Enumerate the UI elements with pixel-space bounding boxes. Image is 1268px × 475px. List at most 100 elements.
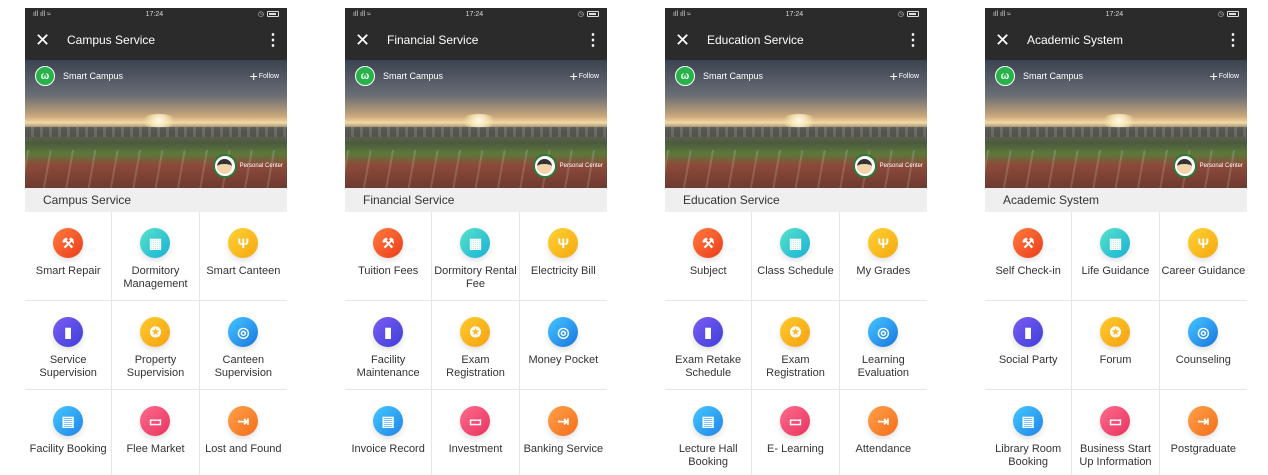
personal-center-button[interactable]: Personal Center <box>1172 154 1243 178</box>
stadium-banner: ω Smart Campus + Follow Personal Center <box>665 60 927 188</box>
service-tile[interactable]: ⚒ Smart Repair <box>25 212 113 301</box>
store-icon: ▭ <box>1100 406 1131 436</box>
service-tile[interactable]: ▤ Library Room Booking <box>985 390 1073 475</box>
service-tile-label: Electricity Bill <box>530 265 596 277</box>
brand[interactable]: ω Smart Campus <box>35 66 123 86</box>
follow-label: Follow <box>578 72 599 80</box>
service-tile-label: Exam Retake Schedule <box>675 354 742 379</box>
close-icon[interactable]: ✕ <box>995 31 1017 49</box>
personal-center-button[interactable]: Personal Center <box>852 154 923 178</box>
service-tile-label: Attendance <box>855 443 912 455</box>
brand-name: Smart Campus <box>383 71 444 81</box>
follow-button[interactable]: + Follow <box>250 69 279 83</box>
brand[interactable]: ω Smart Campus <box>995 66 1083 86</box>
service-tile[interactable]: ⚒ Tuition Fees <box>345 212 433 301</box>
service-tile-label: Class Schedule <box>757 265 834 277</box>
service-tile-label: Property Supervision <box>126 354 185 379</box>
service-tile[interactable]: ▤ Facility Booking <box>25 390 113 475</box>
bookmark-icon: ▮ <box>53 317 84 347</box>
service-tile[interactable]: ◎ Canteen Supervision <box>199 301 287 390</box>
service-tile-label: Flee Market <box>126 443 185 455</box>
service-tile[interactable]: ▭ Investment <box>432 390 520 475</box>
service-tile[interactable]: ▭ Business Start Up Information <box>1072 390 1160 475</box>
booking-icon: ▤ <box>693 406 724 436</box>
follow-button[interactable]: + Follow <box>569 68 599 84</box>
store-icon: ▭ <box>460 406 491 436</box>
brand[interactable]: ω Smart Campus <box>355 66 443 86</box>
service-tile[interactable]: ▦ Dormitory Rental Fee <box>432 212 520 301</box>
service-tile[interactable]: Ψ Electricity Bill <box>519 212 607 301</box>
shield-icon: ✪ <box>140 317 171 347</box>
face-icon <box>1177 158 1193 174</box>
stadium-stands <box>345 126 607 137</box>
service-tile[interactable]: ◎ Learning Evaluation <box>839 301 927 390</box>
service-tile[interactable]: ⚒ Subject <box>665 212 753 301</box>
return-box-icon: ⇥ <box>548 406 579 436</box>
service-tile[interactable]: ▭ Flee Market <box>112 390 200 475</box>
service-tile[interactable]: ◎ Counseling <box>1159 301 1247 390</box>
alarm-icon: ◷ <box>1217 11 1224 18</box>
stadium-stands <box>25 126 287 137</box>
service-tile[interactable]: ▤ Invoice Record <box>345 390 433 475</box>
service-tile-label: Learning Evaluation <box>857 354 910 379</box>
service-tile[interactable]: ▦ Dormitory Management <box>112 212 200 301</box>
tools-icon: ⚒ <box>1013 228 1044 258</box>
service-tile[interactable]: Ψ My Grades <box>839 212 927 301</box>
personal-center-label: Personal Center <box>239 163 283 169</box>
section-title: Financial Service <box>345 188 607 212</box>
follow-button[interactable]: + Follow <box>890 69 919 83</box>
avatar <box>852 154 877 178</box>
more-options-icon[interactable]: ⋮ <box>265 30 281 50</box>
service-tile[interactable]: ✪ Property Supervision <box>112 301 200 390</box>
service-tile[interactable]: ▭ E- Learning <box>752 390 840 475</box>
shield-check-icon: ◎ <box>1188 317 1219 347</box>
service-tile[interactable]: ▦ Class Schedule <box>752 212 840 301</box>
service-tile[interactable]: ◎ Money Pocket <box>519 301 607 390</box>
service-tile[interactable]: Ψ Career Guidance <box>1159 212 1247 301</box>
service-tile[interactable]: ✪ Forum <box>1072 301 1160 390</box>
service-tile[interactable]: ▮ Exam Retake Schedule <box>665 301 753 390</box>
service-tile[interactable]: ✪ Exam Registration <box>432 301 520 390</box>
more-options-icon[interactable]: ⋮ <box>585 30 601 50</box>
service-tile[interactable]: ▤ Lecture Hall Booking <box>665 390 753 475</box>
page-title: Financial Service <box>387 33 479 47</box>
phone-screen: ıll ıll ≈ 17:24 ◷ ✕ Education Service ⋮ … <box>665 8 927 475</box>
service-tile[interactable]: ✪ Exam Registration <box>752 301 840 390</box>
service-tile[interactable]: Ψ Smart Canteen <box>199 212 287 301</box>
service-tile[interactable]: ⇥ Attendance <box>840 390 927 475</box>
follow-label: Follow <box>898 72 919 80</box>
close-icon[interactable]: ✕ <box>355 31 377 49</box>
booking-icon: ▤ <box>373 406 404 436</box>
follow-button[interactable]: + Follow <box>1210 69 1239 83</box>
more-options-icon[interactable]: ⋮ <box>905 30 921 50</box>
brand-logo-icon: ω <box>675 66 695 86</box>
service-tile-label: Lost and Found <box>205 443 282 455</box>
service-tile-label: E- Learning <box>767 443 824 455</box>
signal-icon: ıll ıll ≈ <box>353 10 371 18</box>
service-tile[interactable]: ▮ Service Supervision <box>25 301 113 390</box>
close-icon[interactable]: ✕ <box>35 31 57 49</box>
plus-icon: + <box>569 68 578 84</box>
personal-center-button[interactable]: Personal Center <box>212 154 283 178</box>
service-tile[interactable]: ⚒ Self Check-in <box>985 212 1073 301</box>
more-options-icon[interactable]: ⋮ <box>1225 30 1241 50</box>
status-time: 17:24 <box>465 10 484 18</box>
service-tile[interactable]: ⇥ Postgraduate <box>1160 390 1247 475</box>
service-tile[interactable]: ⇥ Lost and Found <box>200 390 287 475</box>
personal-center-button[interactable]: Personal Center <box>532 154 603 178</box>
close-icon[interactable]: ✕ <box>675 31 697 49</box>
service-tile[interactable]: ⇥ Banking Service <box>520 390 607 475</box>
service-tile-label: Facility Booking <box>29 443 107 455</box>
service-tile-label: Investment <box>448 443 503 455</box>
brand[interactable]: ω Smart Campus <box>675 66 763 86</box>
service-tile-label: Counseling <box>1175 354 1231 366</box>
service-grid: ⚒ Subject ▦ Class Schedule Ψ My Grades ▮… <box>665 212 927 475</box>
service-tile[interactable]: ▦ Life Guidance <box>1072 212 1160 301</box>
face-icon <box>537 158 553 174</box>
shield-check-icon: ◎ <box>228 317 259 347</box>
phone-screen: ıll ıll ≈ 17:24 ◷ ✕ Academic System ⋮ ω … <box>985 8 1247 475</box>
service-tile[interactable]: ▮ Facility Maintenance <box>345 301 433 390</box>
phone-screen: ıll ıll ≈ 17:24 ◷ ✕ Financial Service ⋮ … <box>345 8 607 475</box>
service-tile-label: Lecture Hall Booking <box>678 443 738 468</box>
service-tile[interactable]: ▮ Social Party <box>985 301 1073 390</box>
